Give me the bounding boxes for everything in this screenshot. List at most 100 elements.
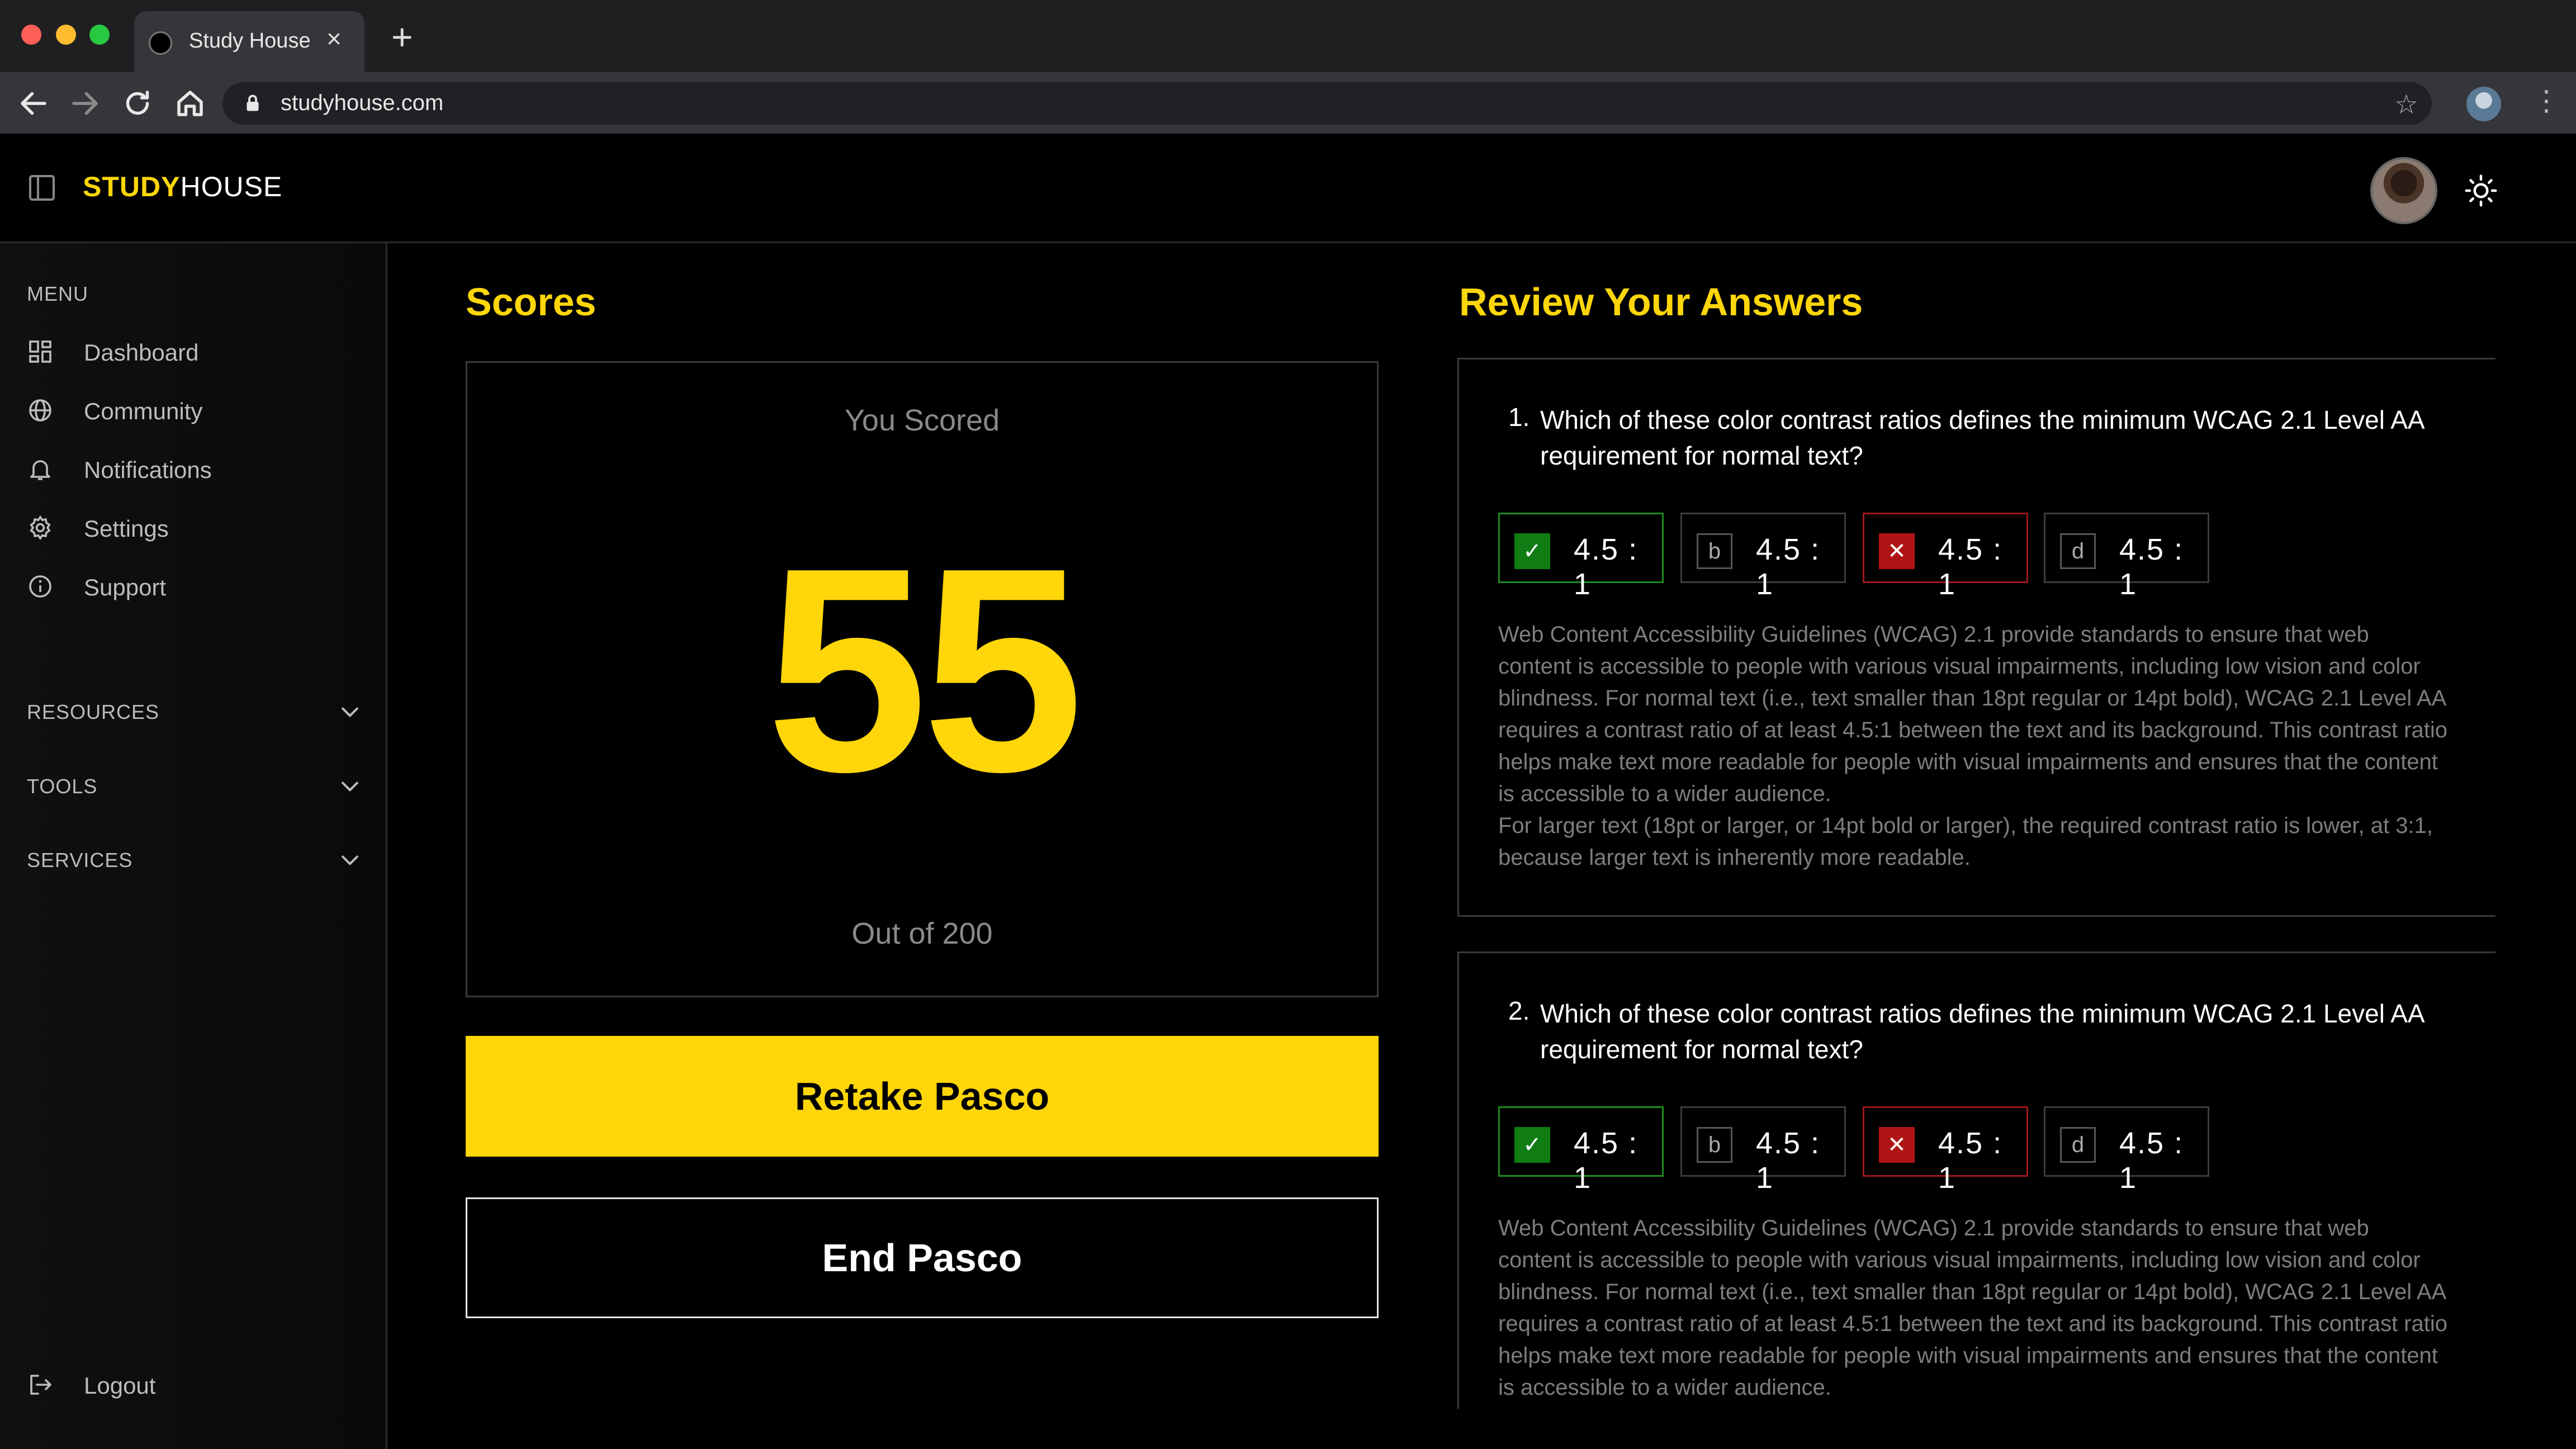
sidebar-item-label: Dashboard <box>84 339 199 366</box>
browser-toolbar: studyhouse.com ☆ ⋮ <box>0 72 2576 134</box>
url-text: studyhouse.com <box>281 91 444 115</box>
option-value: 4.5 : 1 <box>1756 1126 1821 1195</box>
answer-explanation: Web Content Accessibility Guidelines (WC… <box>1498 1213 2449 1404</box>
option-value: 4.5 : 1 <box>1938 533 2003 601</box>
option-value: 4.5 : 1 <box>1574 533 1639 601</box>
section-label: SERVICES <box>27 849 133 872</box>
answer-explanation: Web Content Accessibility Guidelines (WC… <box>1498 619 2449 874</box>
option-letter: b <box>1697 1127 1732 1163</box>
sidebar-item-label: Support <box>84 574 167 600</box>
score-card: You Scored 55 Out of 200 <box>466 361 1379 997</box>
reload-icon[interactable] <box>121 87 154 120</box>
option-letter: d <box>2060 533 2096 569</box>
section-label: RESOURCES <box>27 700 160 723</box>
chevron-down-icon <box>342 855 358 865</box>
chevron-down-icon <box>342 782 358 792</box>
cross-icon: ✕ <box>1879 533 1915 569</box>
new-tab-button[interactable]: + <box>391 18 413 55</box>
logout-icon <box>30 1375 51 1395</box>
home-icon[interactable] <box>173 87 207 120</box>
tab-close-button[interactable]: × <box>326 26 342 51</box>
review-title: Review Your Answers <box>1459 280 1863 324</box>
logout-label: Logout <box>84 1372 156 1399</box>
lock-icon <box>247 94 259 111</box>
question-number: 2. <box>1508 996 1530 1025</box>
back-arrow-icon[interactable] <box>17 87 50 120</box>
option-value: 4.5 : 1 <box>2119 1126 2184 1195</box>
section-label: TOOLS <box>27 775 98 798</box>
sidebar-section-tools[interactable]: TOOLS <box>27 766 362 805</box>
sidebar-section-resources[interactable]: RESOURCES <box>27 692 362 731</box>
explanation-paragraph: Web Content Accessibility Guidelines (WC… <box>1498 1216 2447 1400</box>
answer-option-c[interactable]: ✕ 4.5 : 1 <box>1863 513 2028 601</box>
option-value: 4.5 : 1 <box>2119 533 2184 601</box>
browser-tab[interactable]: Study House × <box>134 11 364 72</box>
tab-title: Study House <box>189 29 311 53</box>
you-scored-label: You Scored <box>844 404 1000 437</box>
answer-option-d[interactable]: d 4.5 : 1 <box>2044 513 2209 601</box>
sidebar: MENU Dashboard Community Notifications S… <box>0 243 387 1449</box>
sidebar-item-label: Community <box>84 398 203 424</box>
sidebar-item-dashboard[interactable]: Dashboard <box>27 328 362 373</box>
user-avatar[interactable] <box>2370 157 2437 224</box>
option-value: 4.5 : 1 <box>1938 1126 2003 1195</box>
explanation-paragraph: For larger text (18pt or larger, or 14pt… <box>1498 813 2433 870</box>
logout-button[interactable]: Logout <box>27 1361 362 1406</box>
app-header: STUDYHOUSE <box>0 134 2576 243</box>
chevron-down-icon <box>342 707 358 717</box>
gear-icon <box>30 515 51 541</box>
sidebar-toggle-icon[interactable] <box>29 175 55 201</box>
question-number: 1. <box>1508 402 1530 432</box>
logo-regular: HOUSE <box>180 171 283 202</box>
question-card: 1. Which of these color contrast ratios … <box>1457 358 2496 917</box>
browser-tab-strip: Study House × + <box>0 0 2576 72</box>
maximize-window-button[interactable] <box>89 25 110 45</box>
answer-option-b[interactable]: b 4.5 : 1 <box>1680 513 1846 601</box>
score-value: 55 <box>766 508 1083 832</box>
sidebar-item-label: Notifications <box>84 457 212 483</box>
option-letter: b <box>1697 533 1732 569</box>
option-value: 4.5 : 1 <box>1756 533 1821 601</box>
menu-title: MENU <box>27 282 88 305</box>
logo-bold: STUDY <box>83 171 181 202</box>
answer-option-c[interactable]: ✕ 4.5 : 1 <box>1863 1106 2028 1195</box>
logo[interactable]: STUDYHOUSE <box>83 171 282 203</box>
explanation-paragraph: Web Content Accessibility Guidelines (WC… <box>1498 622 2447 806</box>
info-icon <box>29 575 51 598</box>
sidebar-item-notifications[interactable]: Notifications <box>27 446 362 490</box>
out-of-label: Out of 200 <box>851 917 993 950</box>
bell-icon <box>30 460 50 480</box>
cross-icon: ✕ <box>1879 1127 1915 1163</box>
answer-option-a[interactable]: ✓ 4.5 : 1 <box>1498 513 1664 601</box>
retake-pasco-button[interactable]: Retake Pasco <box>466 1036 1379 1157</box>
close-window-button[interactable] <box>21 25 41 45</box>
answer-option-d[interactable]: d 4.5 : 1 <box>2044 1106 2209 1195</box>
end-pasco-button[interactable]: End Pasco <box>466 1197 1379 1318</box>
sidebar-item-label: Settings <box>84 515 169 542</box>
question-text: Which of these color contrast ratios def… <box>1540 405 2424 470</box>
question-card: 2. Which of these color contrast ratios … <box>1457 951 2496 1409</box>
sidebar-item-settings[interactable]: Settings <box>27 504 362 549</box>
review-answers-list[interactable]: 1. Which of these color contrast ratios … <box>1457 358 2496 1409</box>
dashboard-icon <box>29 340 51 363</box>
sidebar-item-community[interactable]: Community <box>27 387 362 432</box>
browser-profile-avatar[interactable] <box>2466 87 2501 121</box>
bookmark-star-icon[interactable]: ☆ <box>2394 89 2418 120</box>
answer-option-b[interactable]: b 4.5 : 1 <box>1680 1106 1846 1195</box>
address-bar[interactable]: studyhouse.com ☆ <box>222 82 2432 125</box>
answer-option-a[interactable]: ✓ 4.5 : 1 <box>1498 1106 1664 1195</box>
browser-menu-icon[interactable]: ⋮ <box>2532 87 2560 115</box>
theme-toggle-sun-icon[interactable] <box>2464 174 2498 207</box>
check-icon: ✓ <box>1514 533 1550 569</box>
minimize-window-button[interactable] <box>56 25 76 45</box>
favicon-icon <box>149 31 172 55</box>
option-value: 4.5 : 1 <box>1574 1126 1639 1195</box>
globe-icon <box>29 399 51 422</box>
sidebar-section-services[interactable]: SERVICES <box>27 840 362 879</box>
forward-arrow-icon[interactable] <box>68 87 102 120</box>
scores-title: Scores <box>466 280 596 324</box>
sidebar-item-support[interactable]: Support <box>27 563 362 608</box>
check-icon: ✓ <box>1514 1127 1550 1163</box>
question-text: Which of these color contrast ratios def… <box>1540 999 2424 1064</box>
option-letter: d <box>2060 1127 2096 1163</box>
